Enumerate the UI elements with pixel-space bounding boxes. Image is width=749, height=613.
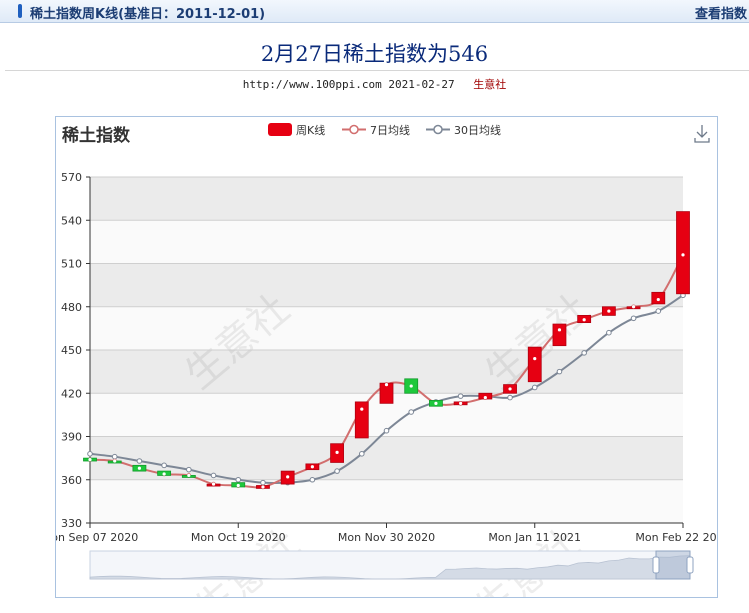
ma7-marker — [310, 465, 314, 469]
source-url[interactable]: http://www.100ppi.com — [243, 78, 382, 91]
ma30-point — [136, 458, 143, 464]
y-tick-label: 540 — [61, 214, 82, 227]
ma7-marker — [286, 475, 290, 479]
ma7-marker — [631, 305, 636, 309]
y-tick-label: 390 — [61, 431, 82, 444]
legend-ma30-marker — [433, 124, 443, 135]
ma30-point — [87, 451, 93, 457]
section-header: 稀土指数周K线(基准日：2011-12-01) 查看指数 — [0, 0, 749, 23]
publish-date: 2021-02-27 — [388, 78, 455, 91]
y-tick-label: 360 — [61, 474, 82, 487]
ma7-marker — [211, 482, 216, 486]
ma30-point — [111, 453, 118, 460]
chart-panel: 生意社生意社生意社生意社 330360390420450480510540570… — [55, 116, 718, 598]
ma7-marker — [434, 401, 438, 405]
candle — [354, 401, 369, 439]
title-marker-icon — [18, 4, 22, 18]
ma30-point — [457, 393, 464, 399]
zoom-window — [655, 550, 691, 580]
ma7-marker — [483, 395, 487, 400]
ma7-marker — [88, 457, 92, 462]
ma30-point — [309, 476, 316, 483]
grid-band — [90, 177, 683, 221]
grid-band — [90, 220, 683, 264]
ma7-marker — [508, 387, 512, 391]
y-tick-label: 450 — [61, 344, 82, 357]
candle — [676, 211, 690, 295]
x-tick-label: Mon Jan 11 2021 — [488, 531, 581, 544]
ma7-marker — [360, 407, 364, 411]
ma7-marker — [384, 383, 389, 387]
grid-band — [90, 263, 683, 307]
chart-title: 稀土指数 — [62, 125, 131, 146]
ma7-marker — [607, 309, 611, 313]
ma30-point — [358, 451, 365, 457]
zoom-handle — [686, 556, 694, 574]
ma30-point — [606, 329, 612, 336]
view-index-link[interactable]: 查看指数 — [695, 3, 747, 22]
ma7-marker — [137, 466, 142, 470]
chart-legend: 周K线 7日均线 30日均线 — [268, 123, 501, 137]
y-tick-label: 570 — [61, 171, 82, 184]
ma30-point — [260, 479, 266, 486]
data-zoom-slider[interactable] — [89, 550, 694, 580]
zoom-handle — [652, 556, 660, 574]
ma7-marker — [335, 450, 339, 454]
ma7-marker — [656, 297, 660, 302]
legend-ma7-marker — [349, 124, 359, 135]
section-title: 稀土指数周K线(基准日：2011-12-01) — [30, 7, 266, 22]
ma7-marker — [236, 483, 240, 488]
grid-band — [90, 436, 683, 480]
ma7-marker — [533, 357, 537, 361]
y-tick-label: 510 — [61, 258, 82, 271]
divider — [5, 70, 749, 71]
article-meta: http://www.100ppi.com 2021-02-27 生意社 — [0, 76, 749, 92]
ma30-point — [210, 472, 217, 479]
ma7-marker — [261, 485, 265, 489]
x-tick-label: Mon Feb 22 2021 — [635, 531, 717, 544]
ma7-marker — [557, 328, 562, 332]
ma30-point — [630, 315, 637, 322]
y-tick-label: 420 — [61, 387, 82, 400]
x-tick-label: Mon Nov 30 2020 — [338, 531, 435, 544]
legend-label: 7日均线 — [370, 123, 410, 137]
y-tick-label: 330 — [61, 517, 82, 530]
ma30-point — [408, 409, 415, 415]
x-tick-label: Mon Oct 19 2020 — [191, 531, 286, 544]
x-tick-label: Mon Sep 07 2020 — [56, 531, 138, 544]
legend-candle-swatch — [268, 123, 292, 136]
ma30-point — [383, 427, 390, 434]
legend-label: 周K线 — [296, 123, 325, 137]
ma30-point — [531, 384, 538, 391]
source-link[interactable]: 生意社 — [473, 78, 506, 91]
chart-canvas: 生意社生意社生意社生意社 330360390420450480510540570… — [56, 123, 717, 597]
candle — [552, 323, 567, 347]
ma30-point — [161, 462, 167, 469]
ma7-marker — [409, 384, 413, 388]
ma7-marker — [113, 459, 117, 463]
ma30-point — [507, 394, 513, 401]
ma30-point — [581, 350, 587, 356]
ma30-point — [655, 308, 662, 314]
ma7-marker — [162, 472, 166, 476]
ma7-marker — [187, 473, 191, 478]
ma7-marker — [681, 253, 685, 257]
candle — [527, 346, 542, 383]
ma7-marker — [582, 318, 586, 322]
ma30-point — [186, 466, 192, 473]
ma30-point — [556, 368, 563, 375]
ma30-point — [235, 476, 242, 483]
legend-label: 30日均线 — [454, 123, 501, 137]
ma7-marker — [459, 401, 463, 405]
page-headline: 2月27日稀土指数为546 — [260, 42, 489, 66]
grid-band — [90, 479, 683, 523]
y-tick-label: 480 — [61, 301, 82, 314]
download-icon[interactable] — [692, 123, 712, 143]
ma30-point — [334, 468, 340, 474]
